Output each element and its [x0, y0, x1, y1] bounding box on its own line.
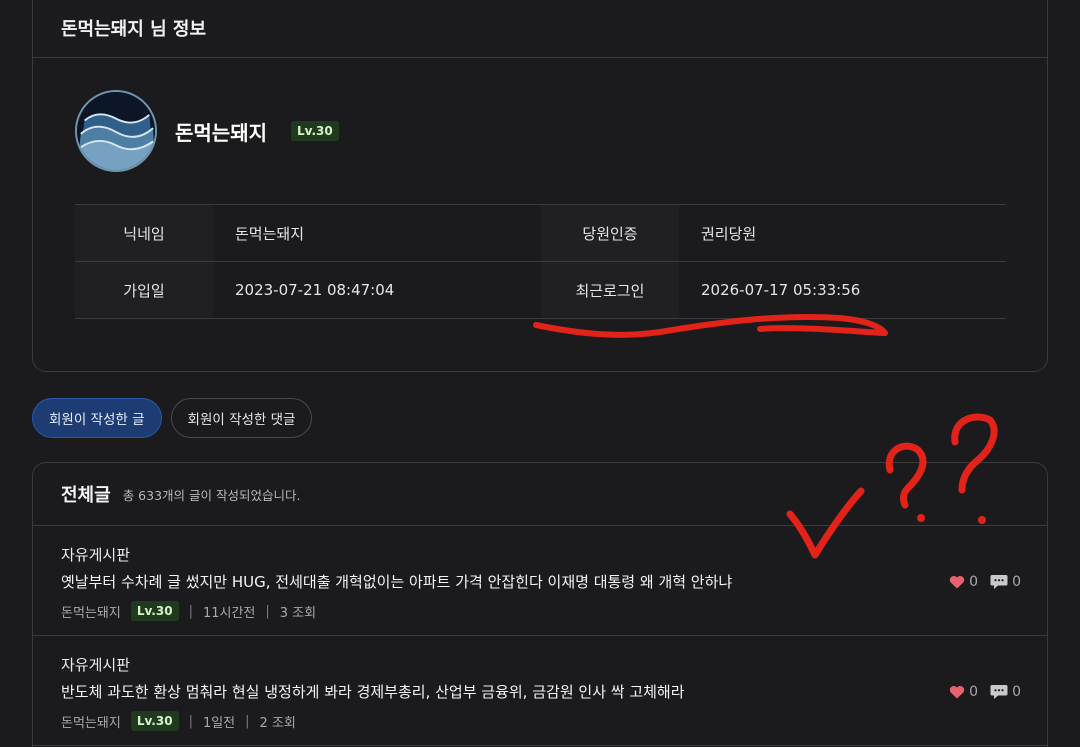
post-board[interactable]: 자유게시판 — [61, 544, 1047, 565]
post-title[interactable]: 옛날부터 수차례 글 썼지만 HUG, 전세대출 개혁없이는 아파트 가격 안잡… — [61, 571, 1047, 592]
posts-card: 전체글 총 633개의 글이 작성되었습니다. 자유게시판 옛날부터 수차례 글… — [32, 462, 1048, 747]
comment-count-value: 0 — [1012, 574, 1021, 590]
comment-icon — [990, 685, 1008, 699]
page: 돈먹는돼지 님 정보 돈먹는돼지 Lv.30 닉네임 돈먹는돼지 당원인증 권리… — [0, 0, 1080, 747]
post-views: 2 조회 — [259, 715, 296, 731]
post-author[interactable]: 돈먹는돼지 — [61, 602, 121, 621]
post-item[interactable]: 자유게시판 옛날부터 수차례 글 썼지만 HUG, 전세대출 개혁없이는 아파트… — [33, 526, 1047, 636]
posts-summary: 총 633개의 글이 작성되었습니다. — [122, 487, 301, 503]
nickname-label: 닉네임 — [75, 205, 213, 261]
info-row: 닉네임 돈먹는돼지 당원인증 권리당원 — [75, 205, 1006, 262]
post-time: 11시간전 — [202, 605, 256, 621]
divider: | — [188, 603, 193, 619]
divider: | — [188, 713, 193, 729]
post-stats: 0 0 — [949, 574, 1021, 590]
post-item[interactable]: 자유게시판 반도체 과도한 환상 멈춰라 현실 냉정하게 봐라 경제부총리, 산… — [33, 636, 1047, 746]
avatar — [75, 90, 157, 172]
like-count: 0 — [949, 574, 978, 590]
last-login-value: 2026-07-17 05:33:56 — [701, 281, 861, 299]
comment-count: 0 — [990, 574, 1021, 590]
profile-card: 돈먹는돼지 님 정보 돈먹는돼지 Lv.30 닉네임 돈먹는돼지 당원인증 권리… — [32, 0, 1048, 372]
join-date-value: 2023-07-21 08:47:04 — [235, 281, 395, 299]
like-count-value: 0 — [969, 684, 979, 700]
heart-icon — [949, 576, 965, 589]
posts-header: 전체글 총 633개의 글이 작성되었습니다. — [33, 463, 1047, 526]
last-login-label: 최근로그인 — [541, 262, 679, 318]
post-author[interactable]: 돈먹는돼지 — [61, 712, 121, 731]
post-board[interactable]: 자유게시판 — [61, 654, 1047, 675]
profile-summary: 돈먹는돼지 Lv.30 — [75, 90, 339, 172]
comment-count-value: 0 — [1012, 684, 1021, 700]
comment-count: 0 — [990, 684, 1021, 700]
tab-member-posts[interactable]: 회원이 작성한 글 — [32, 398, 162, 438]
tab-member-comments[interactable]: 회원이 작성한 댓글 — [170, 398, 313, 438]
level-badge: Lv.30 — [130, 711, 179, 731]
like-count-value: 0 — [969, 574, 979, 590]
level-badge: Lv.30 — [130, 601, 179, 621]
member-info-table: 닉네임 돈먹는돼지 당원인증 권리당원 가입일 2023-07-21 08:47… — [75, 204, 1006, 319]
divider: | — [265, 603, 270, 619]
divider: | — [245, 713, 250, 729]
nickname-value: 돈먹는돼지 — [235, 224, 305, 243]
wave-icon — [77, 92, 155, 170]
profile-name: 돈먹는돼지 — [175, 120, 267, 145]
info-row: 가입일 2023-07-21 08:47:04 최근로그인 2026-07-17… — [75, 262, 1006, 319]
posts-title: 전체글 — [61, 485, 111, 506]
level-badge: Lv.30 — [291, 121, 339, 141]
heart-icon — [949, 686, 965, 699]
like-count: 0 — [949, 684, 978, 700]
membership-value: 권리당원 — [701, 224, 757, 243]
post-meta: 돈먹는돼지 Lv.30 | 1일전 | 2 조회 — [61, 711, 1047, 731]
post-meta: 돈먹는돼지 Lv.30 | 11시간전 | 3 조회 — [61, 601, 1047, 621]
comment-icon — [990, 575, 1008, 589]
post-time: 1일전 — [202, 715, 236, 731]
post-views: 3 조회 — [279, 605, 317, 621]
profile-card-title: 돈먹는돼지 님 정보 — [33, 0, 1047, 58]
membership-label: 당원인증 — [541, 205, 679, 261]
post-stats: 0 0 — [949, 684, 1021, 700]
join-date-label: 가입일 — [75, 262, 213, 318]
post-title[interactable]: 반도체 과도한 환상 멈춰라 현실 냉정하게 봐라 경제부총리, 산업부 금융위… — [61, 681, 1047, 702]
activity-tabs: 회원이 작성한 글 회원이 작성한 댓글 — [32, 398, 313, 438]
